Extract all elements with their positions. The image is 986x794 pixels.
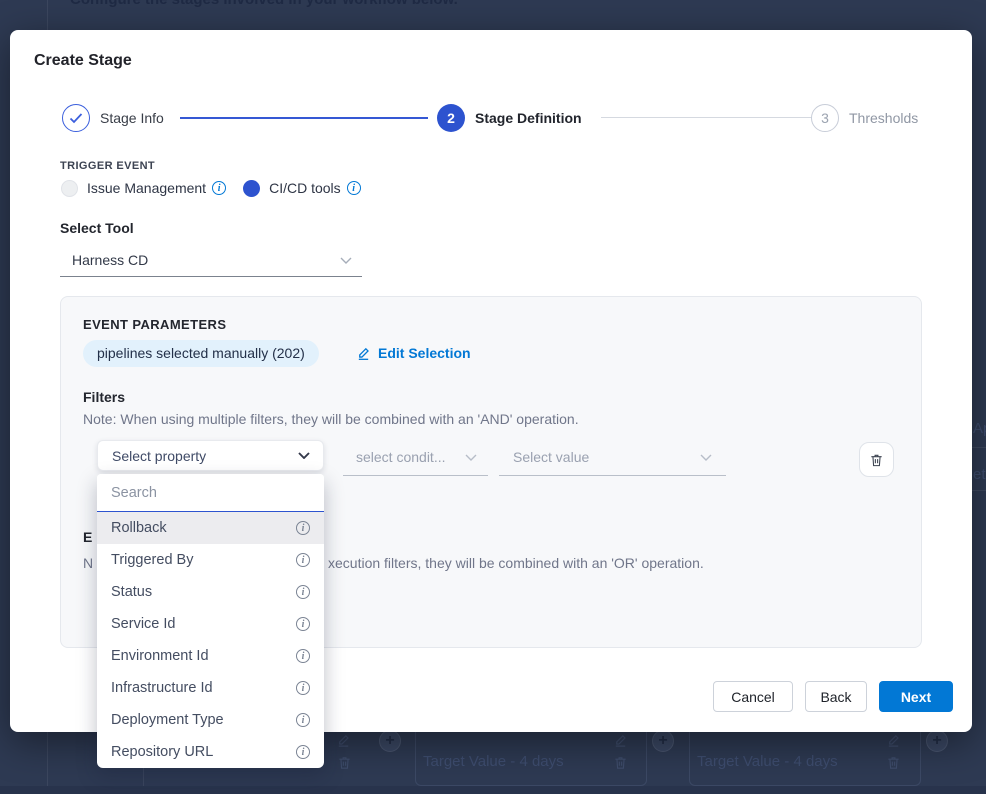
step-number-badge[interactable]: 2 [437, 104, 465, 132]
target-value-label: Target Value - 4 days [423, 753, 564, 770]
select-tool-label: Select Tool [60, 220, 134, 236]
search-input[interactable] [97, 474, 324, 512]
menu-item-infrastructure-id[interactable]: Infrastructure Id i [97, 672, 324, 704]
edit-icon [336, 733, 351, 748]
dialog-title: Create Stage [34, 52, 132, 70]
step-stage-definition-label[interactable]: Stage Definition [475, 104, 582, 132]
menu-item-label: Status [111, 584, 152, 600]
edit-icon [886, 733, 901, 748]
info-icon[interactable]: i [296, 617, 310, 631]
filters-heading: Filters [83, 389, 125, 405]
menu-item-label: Triggered By [111, 552, 193, 568]
target-value-label: Target Value - 4 days [697, 753, 838, 770]
trash-icon [869, 452, 884, 468]
menu-item-service-id[interactable]: Service Id i [97, 608, 324, 640]
step-complete-icon[interactable] [62, 104, 90, 132]
info-icon[interactable]: i [347, 181, 361, 195]
execution-filters-note-fragment: xecution filters, they will be combined … [328, 555, 704, 571]
property-select-placeholder: Select property [98, 448, 298, 464]
add-stage-icon: + [926, 730, 948, 752]
cancel-button[interactable]: Cancel [713, 681, 793, 712]
step-stage-info-label[interactable]: Stage Info [100, 104, 164, 132]
tool-select-value: Harness CD [60, 252, 340, 268]
filters-note: Note: When using multiple filters, they … [83, 411, 579, 427]
edit-selection-label: Edit Selection [378, 345, 471, 361]
radio-cicd-tools-label[interactable]: CI/CD tools [269, 180, 341, 196]
condition-select[interactable]: select condit... [343, 439, 488, 476]
edit-icon [356, 346, 371, 361]
create-stage-dialog: Create Stage Stage Info 2 Stage Definiti… [10, 30, 972, 732]
radio-issue-management[interactable] [61, 180, 78, 197]
execution-filters-heading-fragment: E [83, 529, 92, 545]
trash-icon [337, 755, 352, 770]
chevron-down-icon [700, 454, 712, 461]
stepper: Stage Info 2 Stage Definition 3 Threshol… [10, 104, 972, 132]
background-line [972, 447, 986, 448]
info-icon[interactable]: i [296, 745, 310, 759]
menu-item-deployment-type[interactable]: Deployment Type i [97, 704, 324, 736]
background-heading: Configure the stages involved in your wo… [70, 0, 458, 8]
info-icon[interactable]: i [296, 649, 310, 663]
tool-select[interactable]: Harness CD [60, 244, 362, 277]
menu-item-rollback[interactable]: Rollback i [97, 512, 324, 544]
edit-selection-link[interactable]: Edit Selection [356, 345, 471, 361]
radio-issue-management-label[interactable]: Issue Management [87, 180, 206, 196]
menu-item-status[interactable]: Status i [97, 576, 324, 608]
edit-icon [613, 733, 628, 748]
back-button[interactable]: Back [805, 681, 867, 712]
trigger-event-label: TRIGGER EVENT [60, 160, 155, 172]
background-divider [47, 0, 48, 30]
chevron-down-icon [298, 452, 310, 459]
check-icon [69, 113, 83, 124]
menu-item-triggered-by[interactable]: Triggered By i [97, 544, 324, 576]
condition-select-placeholder: select condit... [343, 449, 465, 465]
info-icon[interactable]: i [212, 181, 226, 195]
event-parameters-heading: EVENT PARAMETERS [83, 317, 226, 332]
menu-item-label: Deployment Type [111, 712, 224, 728]
menu-item-environment-id[interactable]: Environment Id i [97, 640, 324, 672]
selection-summary-pill: pipelines selected manually (202) [83, 340, 319, 367]
background-divider [47, 732, 48, 794]
background-text-fragment: et [973, 466, 986, 483]
value-select-placeholder: Select value [499, 449, 700, 465]
next-button[interactable]: Next [879, 681, 953, 712]
menu-item-label: Environment Id [111, 648, 209, 664]
background-text-fragment: Ap [973, 420, 986, 437]
add-stage-icon: + [652, 730, 674, 752]
delete-filter-button[interactable] [859, 442, 894, 477]
menu-item-repository-url[interactable]: Repository URL i [97, 736, 324, 768]
trash-icon [613, 755, 628, 770]
add-stage-icon: + [379, 730, 401, 752]
info-icon[interactable]: i [296, 521, 310, 535]
menu-item-label: Rollback [111, 520, 167, 536]
chevron-down-icon [340, 257, 352, 264]
background-line [972, 490, 986, 491]
info-icon[interactable]: i [296, 713, 310, 727]
info-icon[interactable]: i [296, 585, 310, 599]
value-select[interactable]: Select value [499, 439, 726, 476]
chevron-down-icon [465, 454, 477, 461]
step-number-badge[interactable]: 3 [811, 104, 839, 132]
info-icon[interactable]: i [296, 553, 310, 567]
info-icon[interactable]: i [296, 681, 310, 695]
step-thresholds-label[interactable]: Thresholds [849, 104, 918, 132]
menu-item-label: Service Id [111, 616, 175, 632]
property-dropdown-menu: Rollback i Triggered By i Status i Servi… [97, 474, 324, 768]
trash-icon [886, 755, 901, 770]
property-select[interactable]: Select property [97, 440, 324, 471]
stepper-connector [180, 117, 428, 119]
execution-filters-note-fragment: N [83, 555, 93, 571]
radio-cicd-tools[interactable] [243, 180, 260, 197]
stepper-connector [601, 117, 813, 118]
trigger-event-options: Issue Management i CI/CD tools i [61, 178, 361, 198]
menu-item-label: Repository URL [111, 744, 213, 760]
menu-item-label: Infrastructure Id [111, 680, 213, 696]
background-band [0, 786, 986, 794]
